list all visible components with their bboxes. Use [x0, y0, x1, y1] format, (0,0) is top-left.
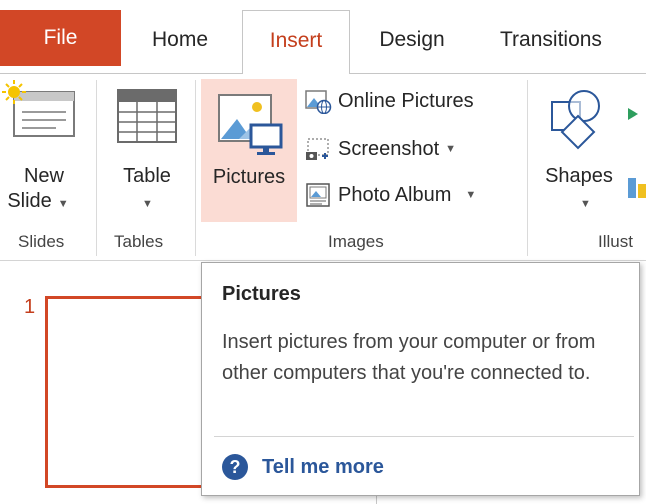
group-label-slides: Slides	[18, 232, 65, 251]
chevron-down-icon: ▼	[57, 198, 69, 210]
pictures-icon	[218, 94, 283, 155]
tab-transitions-label: Transitions	[500, 28, 602, 51]
tooltip-divider	[214, 436, 634, 437]
new-slide-icon	[2, 80, 75, 137]
new-slide-label-line1: New	[23, 165, 64, 187]
group-divider	[96, 80, 97, 256]
group-label-images: Images	[328, 232, 384, 251]
online-pictures-button[interactable]: Online Pictures	[304, 88, 474, 114]
tab-transitions[interactable]: Transitions	[486, 14, 646, 70]
tell-me-more-link[interactable]: ? Tell me more	[222, 454, 384, 480]
tab-design-label: Design	[379, 28, 445, 51]
tooltip-description: Insert pictures from your computer or fr…	[222, 331, 596, 384]
online-pictures-icon	[305, 90, 332, 114]
table-icon	[117, 89, 177, 143]
help-icon: ?	[222, 454, 248, 480]
screenshot-label: Screenshot	[338, 137, 440, 160]
table-button[interactable]: Table ▼	[104, 78, 190, 226]
screenshot-button[interactable]: Screenshot ▼	[304, 136, 456, 162]
photo-album-button[interactable]: Photo Album ▼	[304, 182, 476, 208]
tooltip-title: Pictures	[222, 283, 301, 305]
tab-insert-label: Insert	[269, 28, 323, 52]
chevron-down-icon: ▼	[465, 189, 477, 201]
new-slide-button[interactable]: New Slide ▼	[0, 78, 92, 226]
tell-me-more-label: Tell me more	[262, 455, 384, 478]
pictures-button[interactable]: Pictures	[201, 79, 297, 222]
group-divider	[527, 80, 528, 256]
new-slide-label-line2: Slide	[7, 190, 52, 212]
new-slide-label: New Slide ▼	[0, 164, 88, 217]
smartart-icon	[628, 108, 646, 198]
group-divider	[195, 80, 196, 256]
shapes-button[interactable]: Shapes ▼	[534, 78, 624, 226]
photo-album-icon	[306, 183, 330, 207]
photo-album-label: Photo Album	[338, 183, 452, 206]
ribbon-insert: New Slide ▼ Slides Table ▼ Tables Pictur…	[0, 73, 646, 261]
screenshot-icon	[306, 138, 329, 160]
table-label: Table	[123, 165, 171, 187]
tab-home[interactable]: Home	[132, 14, 228, 70]
ribbon-tabs: File Home Insert Design Transitions	[0, 0, 646, 74]
tab-design[interactable]: Design	[358, 14, 466, 70]
group-label-illustrations: Illust	[598, 232, 633, 251]
chevron-down-icon: ▼	[445, 143, 457, 155]
pictures-tooltip: Pictures Insert pictures from your compu…	[201, 262, 640, 496]
tab-file-label: File	[43, 26, 78, 49]
shapes-label: Shapes	[545, 165, 613, 187]
group-label-tables: Tables	[114, 232, 164, 251]
chevron-down-icon: ▼	[142, 198, 153, 210]
tab-file[interactable]: File	[0, 10, 121, 66]
tab-insert[interactable]: Insert	[242, 10, 350, 74]
tab-home-label: Home	[151, 28, 209, 51]
online-pictures-label: Online Pictures	[338, 89, 474, 112]
pictures-label: Pictures	[212, 166, 286, 188]
slide-number: 1	[24, 296, 36, 318]
chevron-down-icon: ▼	[580, 198, 591, 210]
new-slide-label-line2-wrap: Slide ▼	[0, 189, 88, 217]
shapes-icon	[551, 90, 600, 150]
